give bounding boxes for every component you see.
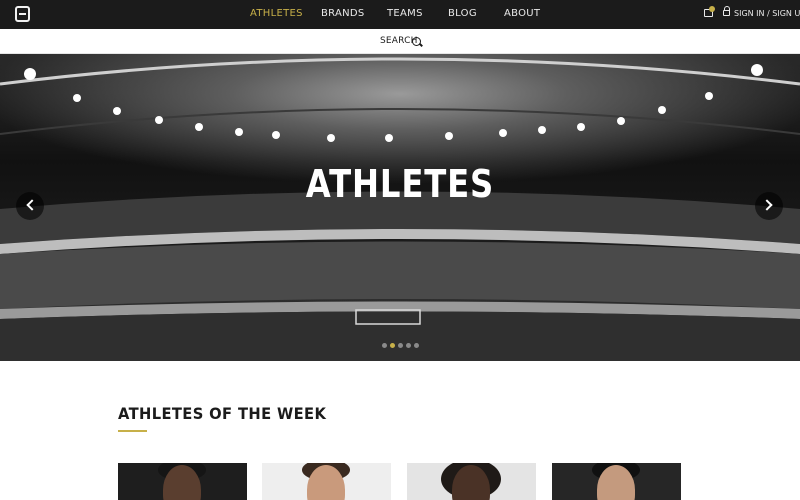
nav-item-athletes[interactable]: ATHLETES (250, 8, 303, 19)
chevron-left-icon (26, 199, 38, 211)
top-navbar: ATHLETES BRANDS TEAMS BLOG ABOUT SIGN IN… (0, 0, 800, 29)
slider-dot[interactable] (382, 343, 387, 348)
chevron-right-icon (761, 199, 773, 211)
athlete-card[interactable] (118, 463, 247, 500)
section-title-underline (118, 430, 147, 432)
slider-dot-active[interactable] (390, 343, 395, 348)
signin-link[interactable]: SIGN IN / SIGN UP (734, 9, 800, 18)
search-bar: SEARCH (0, 29, 800, 54)
slider-dot[interactable] (406, 343, 411, 348)
slider-prev-button[interactable] (16, 192, 44, 220)
nav-item-teams[interactable]: TEAMS (387, 8, 423, 19)
nav-item-about[interactable]: ABOUT (504, 8, 540, 19)
athlete-card[interactable] (552, 463, 681, 500)
cart-badge (709, 6, 715, 12)
slider-next-button[interactable] (755, 192, 783, 220)
logo-icon[interactable] (15, 6, 30, 22)
slider-dot[interactable] (414, 343, 419, 348)
stadium-image (0, 57, 800, 361)
slider-dot[interactable] (398, 343, 403, 348)
hero-title: ATHLETES (305, 162, 495, 206)
hero-banner: ATHLETES (0, 54, 800, 361)
athlete-card[interactable] (407, 463, 536, 500)
nav-item-blog[interactable]: BLOG (448, 8, 477, 19)
search-icon[interactable] (412, 37, 421, 46)
lock-icon (723, 6, 730, 16)
nav-item-brands[interactable]: BRANDS (321, 8, 365, 19)
section-title: ATHLETES OF THE WEEK (118, 404, 327, 423)
slider-dots (382, 343, 419, 348)
athlete-card[interactable] (262, 463, 391, 500)
